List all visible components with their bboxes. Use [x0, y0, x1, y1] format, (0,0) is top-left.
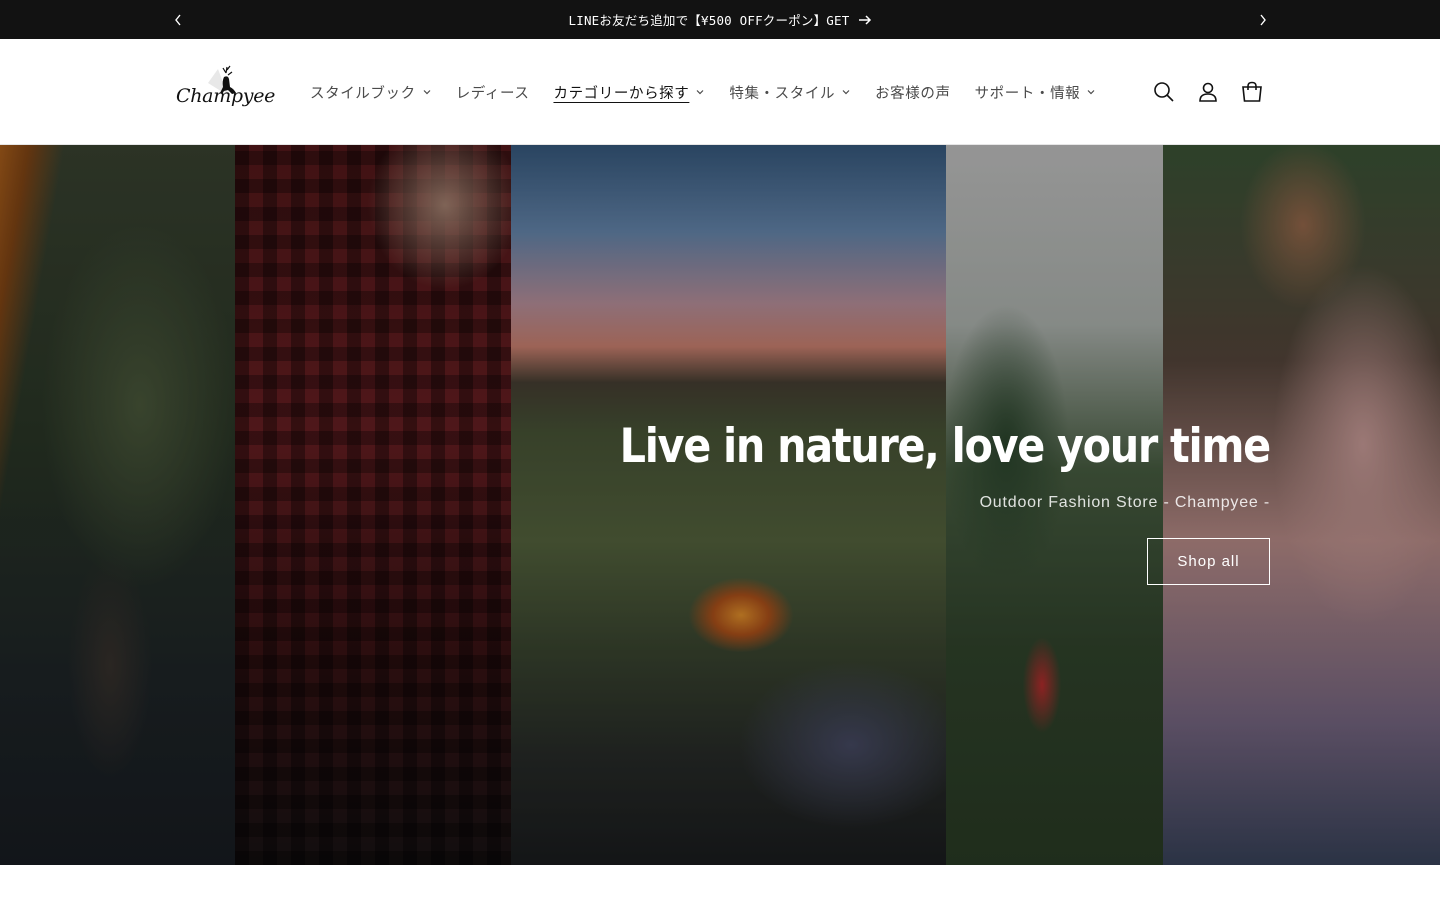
chevron-down-icon — [696, 90, 704, 95]
hero-subtitle: Outdoor Fashion Store - Champyee - — [979, 494, 1270, 511]
hero-content: Live in nature, love your time Outdoor F… — [531, 419, 1272, 585]
main-nav: スタイルブック レディース カテゴリーから探す 特集・スタイル お客様の声 サポ… — [298, 39, 1108, 145]
announcement-text: LINEお友だち追加で【¥500 OFFクーポン】GET — [568, 13, 850, 28]
arrow-right-icon — [858, 14, 871, 25]
site-header: Champyee スタイルブック レディース カテゴリーから探す 特集・スタイル… — [0, 39, 1440, 145]
hero-banner: Live in nature, love your time Outdoor F… — [0, 145, 1440, 865]
account-icon — [1199, 82, 1217, 102]
chevron-down-icon — [842, 90, 850, 95]
nav-item-features[interactable]: 特集・スタイル — [717, 72, 863, 112]
announcement-bar: LINEお友だち追加で【¥500 OFFクーポン】GET — [0, 0, 1440, 39]
nav-item-ladies[interactable]: レディース — [444, 72, 542, 112]
nav-label: レディース — [455, 85, 530, 102]
nav-item-stylebook[interactable]: スタイルブック — [298, 72, 444, 112]
nav-label: サポート・情報 — [974, 85, 1081, 102]
search-button[interactable] — [1144, 70, 1184, 114]
chevron-down-icon — [1087, 90, 1095, 95]
announcement-link[interactable]: LINEお友だち追加で【¥500 OFFクーポン】GET — [569, 10, 872, 29]
nav-label: 特集・スタイル — [729, 85, 836, 102]
nav-label: スタイルブック — [310, 85, 416, 102]
account-button[interactable] — [1188, 70, 1228, 114]
logo-text: Champyee — [176, 85, 276, 107]
cart-icon — [1242, 81, 1262, 102]
announcement-prev-button[interactable] — [166, 0, 190, 39]
search-icon — [1154, 82, 1174, 102]
chevron-down-icon — [423, 90, 431, 95]
nav-label: お客様の声 — [875, 85, 951, 102]
shop-all-button[interactable]: Shop all — [1147, 538, 1270, 585]
announcement-next-button[interactable] — [1251, 0, 1275, 39]
chevron-right-icon — [1260, 14, 1266, 25]
hero-title: Live in nature, love your time — [619, 419, 1272, 474]
site-logo[interactable]: Champyee — [172, 63, 275, 121]
nav-item-support[interactable]: サポート・情報 — [963, 72, 1109, 112]
header-icons — [1144, 39, 1272, 145]
nav-item-category[interactable]: カテゴリーから探す — [541, 72, 717, 112]
nav-item-reviews[interactable]: お客様の声 — [863, 72, 963, 112]
cart-button[interactable] — [1232, 70, 1272, 114]
nav-label: カテゴリーから探す — [553, 85, 690, 102]
chevron-left-icon — [175, 14, 181, 25]
